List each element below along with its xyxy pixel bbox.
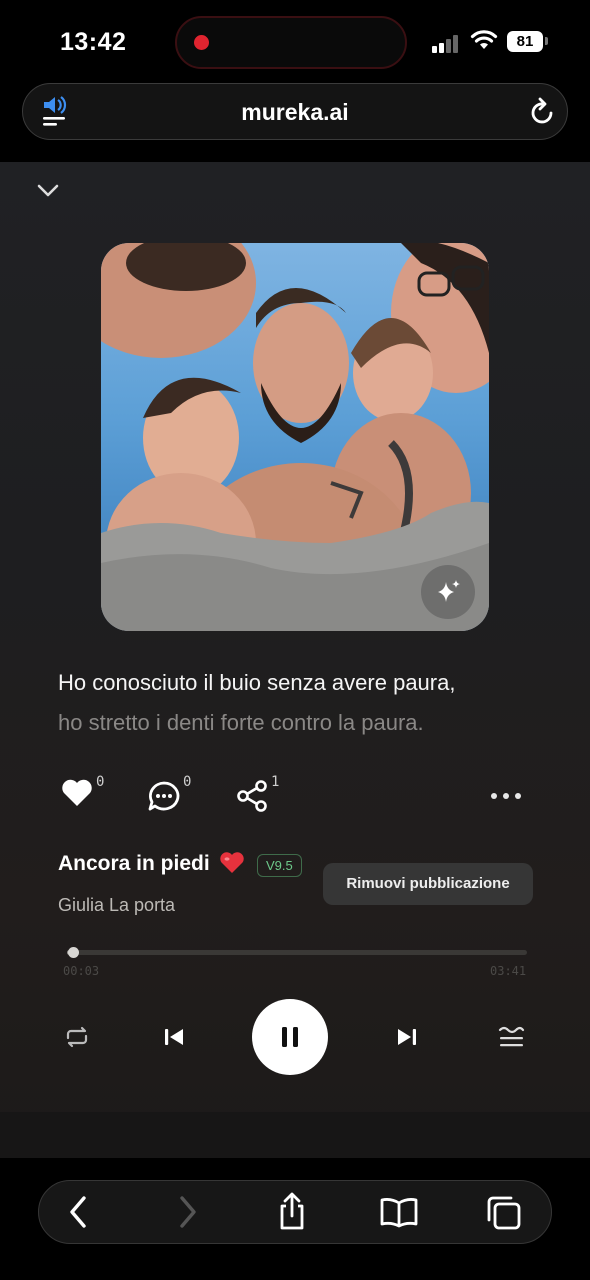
tabs-icon[interactable] [485, 1194, 523, 1232]
reload-icon[interactable] [529, 97, 557, 127]
address-bar[interactable]: mureka.ai [22, 83, 568, 140]
ai-sparkle-button[interactable] [421, 565, 475, 619]
clock: 13:42 [60, 28, 127, 56]
artist-name[interactable]: Giulia La porta [58, 895, 175, 916]
sparkle-icon [438, 580, 460, 602]
pause-button[interactable] [252, 999, 328, 1075]
playback-progress-slider[interactable] [67, 947, 527, 958]
lyric-next-line: ho stretto i denti forte contro la paura… [58, 710, 424, 735]
bookmarks-icon[interactable] [379, 1197, 419, 1229]
current-time: 00:03 [63, 964, 100, 978]
recording-indicator-icon [194, 35, 209, 50]
battery-tip [545, 37, 548, 45]
queue-list-icon[interactable] [497, 1025, 525, 1049]
status-bar: 13:42 81 [0, 0, 590, 84]
forward-icon [180, 1196, 196, 1228]
dynamic-island[interactable] [175, 16, 407, 69]
like-count: 0 [96, 774, 105, 790]
next-track-icon[interactable] [396, 1026, 418, 1048]
cellular-signal-icon [432, 33, 462, 53]
repeat-icon[interactable] [64, 1026, 90, 1048]
song-title: Ancora in piedi [58, 852, 210, 875]
more-options-icon[interactable] [489, 790, 523, 802]
battery-icon: 81 [507, 31, 543, 52]
url-text[interactable]: mureka.ai [23, 99, 567, 126]
total-time: 03:41 [490, 964, 527, 978]
back-icon[interactable] [67, 1195, 89, 1229]
share-sheet-icon[interactable] [275, 1191, 309, 1231]
browser-bottom-bar [0, 1158, 590, 1280]
share-count: 1 [271, 774, 280, 790]
red-heart-emoji-icon [220, 852, 244, 873]
comment-icon[interactable] [147, 780, 181, 812]
comment-count: 0 [183, 774, 192, 790]
collapse-chevron-icon[interactable] [37, 184, 59, 198]
remove-publication-menu-item[interactable]: Rimuovi pubblicazione [323, 863, 533, 905]
player-bottom-edge [0, 1112, 590, 1158]
previous-track-icon[interactable] [163, 1026, 185, 1048]
browser-toolbar [38, 1180, 552, 1244]
pause-icon [282, 1027, 298, 1047]
model-version-badge: V9.5 [257, 854, 302, 877]
lyric-current-line: Ho conosciuto il buio senza avere paura, [58, 670, 456, 695]
like-heart-icon[interactable] [60, 776, 94, 810]
wifi-icon [470, 30, 498, 49]
share-icon[interactable] [235, 779, 269, 813]
